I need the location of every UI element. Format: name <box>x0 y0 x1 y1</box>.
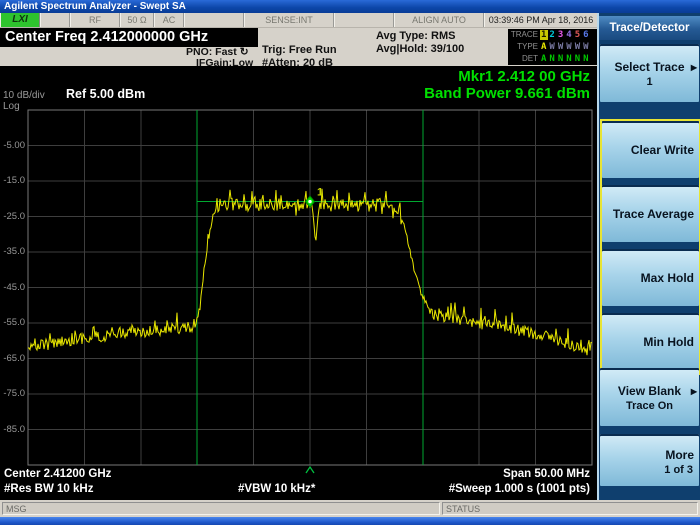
trace-5-cell: 5 <box>574 30 582 40</box>
avg-hold-count: Avg|Hold: 39/100 <box>376 43 464 55</box>
align-indicator: ALIGN AUTO <box>394 13 484 27</box>
center-freq-caret-icon <box>306 467 314 473</box>
type-row-label: TYPE <box>508 41 540 53</box>
sweep-annotation: #Sweep 1.000 s (1001 pts) <box>449 483 590 495</box>
trace-6-cell: W <box>582 42 590 52</box>
y-axis-label: -25.0 <box>0 211 25 222</box>
softkey-label: Trace Average <box>602 185 699 221</box>
trace-5-cell: W <box>574 42 582 52</box>
coupling-indicator: AC <box>154 13 184 27</box>
y-axis-label: -15.0 <box>0 175 25 186</box>
softkey-label: More <box>600 434 699 462</box>
softkey-value: 1 <box>600 74 699 88</box>
trace-4-cell: W <box>565 42 573 52</box>
trace-2-cell: 2 <box>548 30 556 40</box>
status-spacer <box>334 13 394 27</box>
trace-2-cell: N <box>548 54 556 64</box>
analyzer-screen: Agilent Spectrum Analyzer - Swept SA LXI… <box>0 0 700 525</box>
softkey-trace-average[interactable]: Trace Average <box>602 185 699 242</box>
y-axis-label: -75.0 <box>0 388 25 399</box>
softkey-max-hold[interactable]: Max Hold <box>602 249 699 306</box>
clock: 03:39:46 PM Apr 18, 2016 <box>484 13 598 27</box>
softkey-select-trace[interactable]: Select Trace ▶ 1 <box>600 44 699 102</box>
rbw-annotation: #Res BW 10 kHz <box>4 483 93 495</box>
softkey-more[interactable]: More 1 of 3 <box>600 434 699 486</box>
softkey-view-blank[interactable]: View Blank ▶ Trace On <box>600 368 699 426</box>
submenu-arrow-icon: ▶ <box>691 63 697 72</box>
ref-level-label: Ref 5.00 dBm <box>66 87 145 101</box>
msg-field: MSG <box>2 502 440 515</box>
impedance-indicator: 50 Ω <box>120 13 154 27</box>
softkey-label: Select Trace <box>600 44 699 74</box>
trace-detectors: ANNNNN <box>540 53 591 65</box>
trace-2-cell: W <box>548 42 556 52</box>
scale-per-div-label: 10 dB/div <box>3 90 45 101</box>
marker-frequency: Mkr1 2.412 00 GHz <box>424 68 590 85</box>
trace-row-label: TRACE <box>508 29 540 41</box>
window-title: Agilent Spectrum Analyzer - Swept SA <box>4 1 186 12</box>
trace-legend[interactable]: TRACE123456 TYPEAWWWWW DETANNNNN <box>508 29 598 65</box>
y-axis-label: -55.0 <box>0 317 25 328</box>
active-function-readout[interactable]: Center Freq 2.412000000 GHz <box>0 28 258 47</box>
message-bar: MSG STATUS <box>0 500 700 517</box>
center-freq-annotation: Center 2.41200 GHz <box>4 468 111 480</box>
trace-6-cell: 6 <box>582 30 590 40</box>
trace-mode-selected-group: Clear Write Trace Average Max Hold Min H… <box>600 119 700 375</box>
settings-bar: Center Freq 2.412000000 GHz PNO: Fast ↻ … <box>0 28 700 66</box>
trace-4-cell: 4 <box>565 30 573 40</box>
softkey-value: Trace On <box>600 398 699 412</box>
submenu-arrow-icon: ▶ <box>691 387 697 396</box>
trigger-setting: Trig: Free Run <box>262 44 337 56</box>
menu-title: Trace/Detector <box>599 16 700 40</box>
softkey-page: 1 of 3 <box>600 462 699 476</box>
softkey-label: Min Hold <box>602 313 699 349</box>
scale-type-label: Log <box>3 101 20 112</box>
softkey-label: Clear Write <box>602 121 699 157</box>
lxi-indicator: LXI <box>0 13 40 27</box>
y-axis-label: -35.0 <box>0 246 25 257</box>
marker-1-number-label: 1 <box>317 187 323 199</box>
span-annotation: Span 50.00 MHz <box>503 468 590 480</box>
trace-3-cell: 3 <box>557 30 565 40</box>
avg-type-setting: Avg Type: RMS <box>376 30 455 42</box>
sense-indicator: SENSE:INT <box>244 13 334 27</box>
trace-6-cell: N <box>582 54 590 64</box>
vbw-annotation: #VBW 10 kHz* <box>238 483 315 495</box>
det-row-label: DET <box>508 53 540 65</box>
rf-indicator: RF <box>70 13 120 27</box>
trace-4-cell: N <box>565 54 573 64</box>
softkey-panel: Trace/Detector Select Trace ▶ 1 Clear Wr… <box>597 13 700 500</box>
softkey-min-hold[interactable]: Min Hold <box>602 313 699 370</box>
trace-types: AWWWWW <box>540 41 591 53</box>
softkey-label: View Blank <box>600 368 699 398</box>
status-field: STATUS <box>442 502 698 515</box>
y-axis-label: -85.0 <box>0 424 25 435</box>
band-power-result: Band Power 9.661 dBm <box>424 85 590 102</box>
trace-numbers: 123456 <box>540 29 591 41</box>
status-spacer <box>184 13 244 27</box>
y-axis-label: -5.00 <box>0 140 25 151</box>
softkey-clear-write[interactable]: Clear Write <box>602 121 699 178</box>
taskbar-edge <box>0 517 700 525</box>
trace-3-cell: W <box>557 42 565 52</box>
trace-3-cell: N <box>557 54 565 64</box>
y-axis-label: -65.0 <box>0 353 25 364</box>
softkey-label: Max Hold <box>602 249 699 285</box>
trace-5-cell: N <box>574 54 582 64</box>
spectrum-plot[interactable]: 1 <box>0 66 598 500</box>
status-strip: LXI RF 50 Ω AC SENSE:INT ALIGN AUTO 03:3… <box>0 13 598 28</box>
marker-1-center-dot <box>308 200 311 203</box>
y-axis-label: -45.0 <box>0 282 25 293</box>
spectrum-display: 1 Mkr1 2.412 00 GHz Band Power 9.661 dBm… <box>0 66 598 500</box>
marker-readout: Mkr1 2.412 00 GHz Band Power 9.661 dBm <box>424 68 590 102</box>
window-title-bar: Agilent Spectrum Analyzer - Swept SA <box>0 0 700 13</box>
graticule <box>28 110 592 465</box>
status-spacer <box>40 13 70 27</box>
